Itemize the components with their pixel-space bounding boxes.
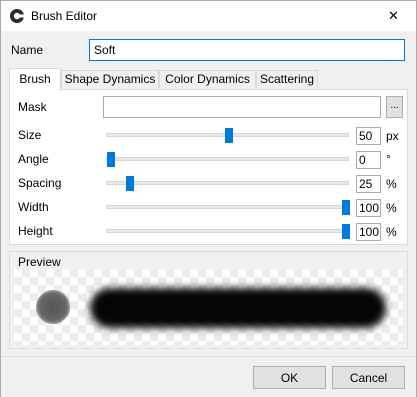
tab-color-dynamics[interactable]: Color Dynamics	[159, 70, 256, 88]
slider-thumb[interactable]	[225, 128, 233, 143]
title-bar: Brush Editor ✕	[1, 1, 416, 31]
slider-thumb[interactable]	[342, 200, 350, 215]
brush-stroke-preview	[90, 288, 386, 328]
preview-label: Preview	[18, 255, 61, 269]
width-field[interactable]: 100	[356, 199, 381, 217]
cancel-button[interactable]: Cancel	[332, 366, 405, 389]
tab-label: Shape Dynamics	[64, 72, 156, 86]
spacing-label: Spacing	[18, 176, 62, 190]
mask-browse-button[interactable]: ...	[386, 96, 403, 118]
brush-editor-window: Brush Editor ✕ Name Brush Shape Dynamics…	[0, 0, 417, 397]
height-unit: %	[386, 225, 397, 239]
ok-button[interactable]: OK	[253, 366, 326, 389]
close-button[interactable]: ✕	[371, 1, 416, 31]
name-field[interactable]	[89, 39, 405, 61]
preview-canvas	[14, 269, 403, 345]
angle-label: Angle	[18, 152, 49, 166]
size-slider[interactable]	[106, 128, 349, 143]
preview-group: Preview	[9, 251, 408, 349]
slider-thumb[interactable]	[107, 152, 115, 167]
width-label: Width	[18, 200, 49, 214]
height-slider[interactable]	[106, 224, 350, 239]
height-label: Height	[18, 224, 53, 238]
spacing-slider[interactable]	[106, 176, 349, 191]
name-label: Name	[11, 43, 44, 57]
mask-label: Mask	[18, 100, 47, 114]
app-icon	[10, 9, 25, 23]
close-icon[interactable]: ✕	[388, 8, 399, 24]
size-field[interactable]: 50	[356, 127, 381, 145]
tab-brush[interactable]: Brush	[9, 68, 61, 91]
size-unit: px	[386, 129, 399, 143]
tab-label: Scattering	[259, 72, 315, 86]
width-slider[interactable]	[106, 200, 350, 215]
spacing-field[interactable]: 25	[356, 175, 381, 193]
slider-thumb[interactable]	[342, 224, 350, 239]
slider-thumb[interactable]	[126, 176, 134, 191]
size-label: Size	[18, 128, 42, 142]
tab-scattering[interactable]: Scattering	[256, 70, 318, 88]
angle-slider[interactable]	[106, 152, 349, 167]
brush-dab-preview	[36, 290, 70, 324]
height-field[interactable]: 100	[356, 223, 381, 241]
angle-field[interactable]: 0	[356, 151, 381, 169]
tab-label: Color Dynamics	[165, 72, 250, 86]
brush-tab-panel: Mask ... Size 50 px Angle 0 ° Spacing 25…	[9, 89, 408, 245]
width-unit: %	[386, 201, 397, 215]
angle-unit: °	[386, 152, 391, 166]
dialog-footer: OK Cancel	[1, 356, 416, 397]
spacing-unit: %	[386, 177, 397, 191]
mask-field[interactable]	[103, 96, 381, 118]
tab-label: Brush	[19, 72, 51, 86]
window-title: Brush Editor	[31, 9, 98, 23]
tab-shape-dynamics[interactable]: Shape Dynamics	[61, 70, 159, 88]
